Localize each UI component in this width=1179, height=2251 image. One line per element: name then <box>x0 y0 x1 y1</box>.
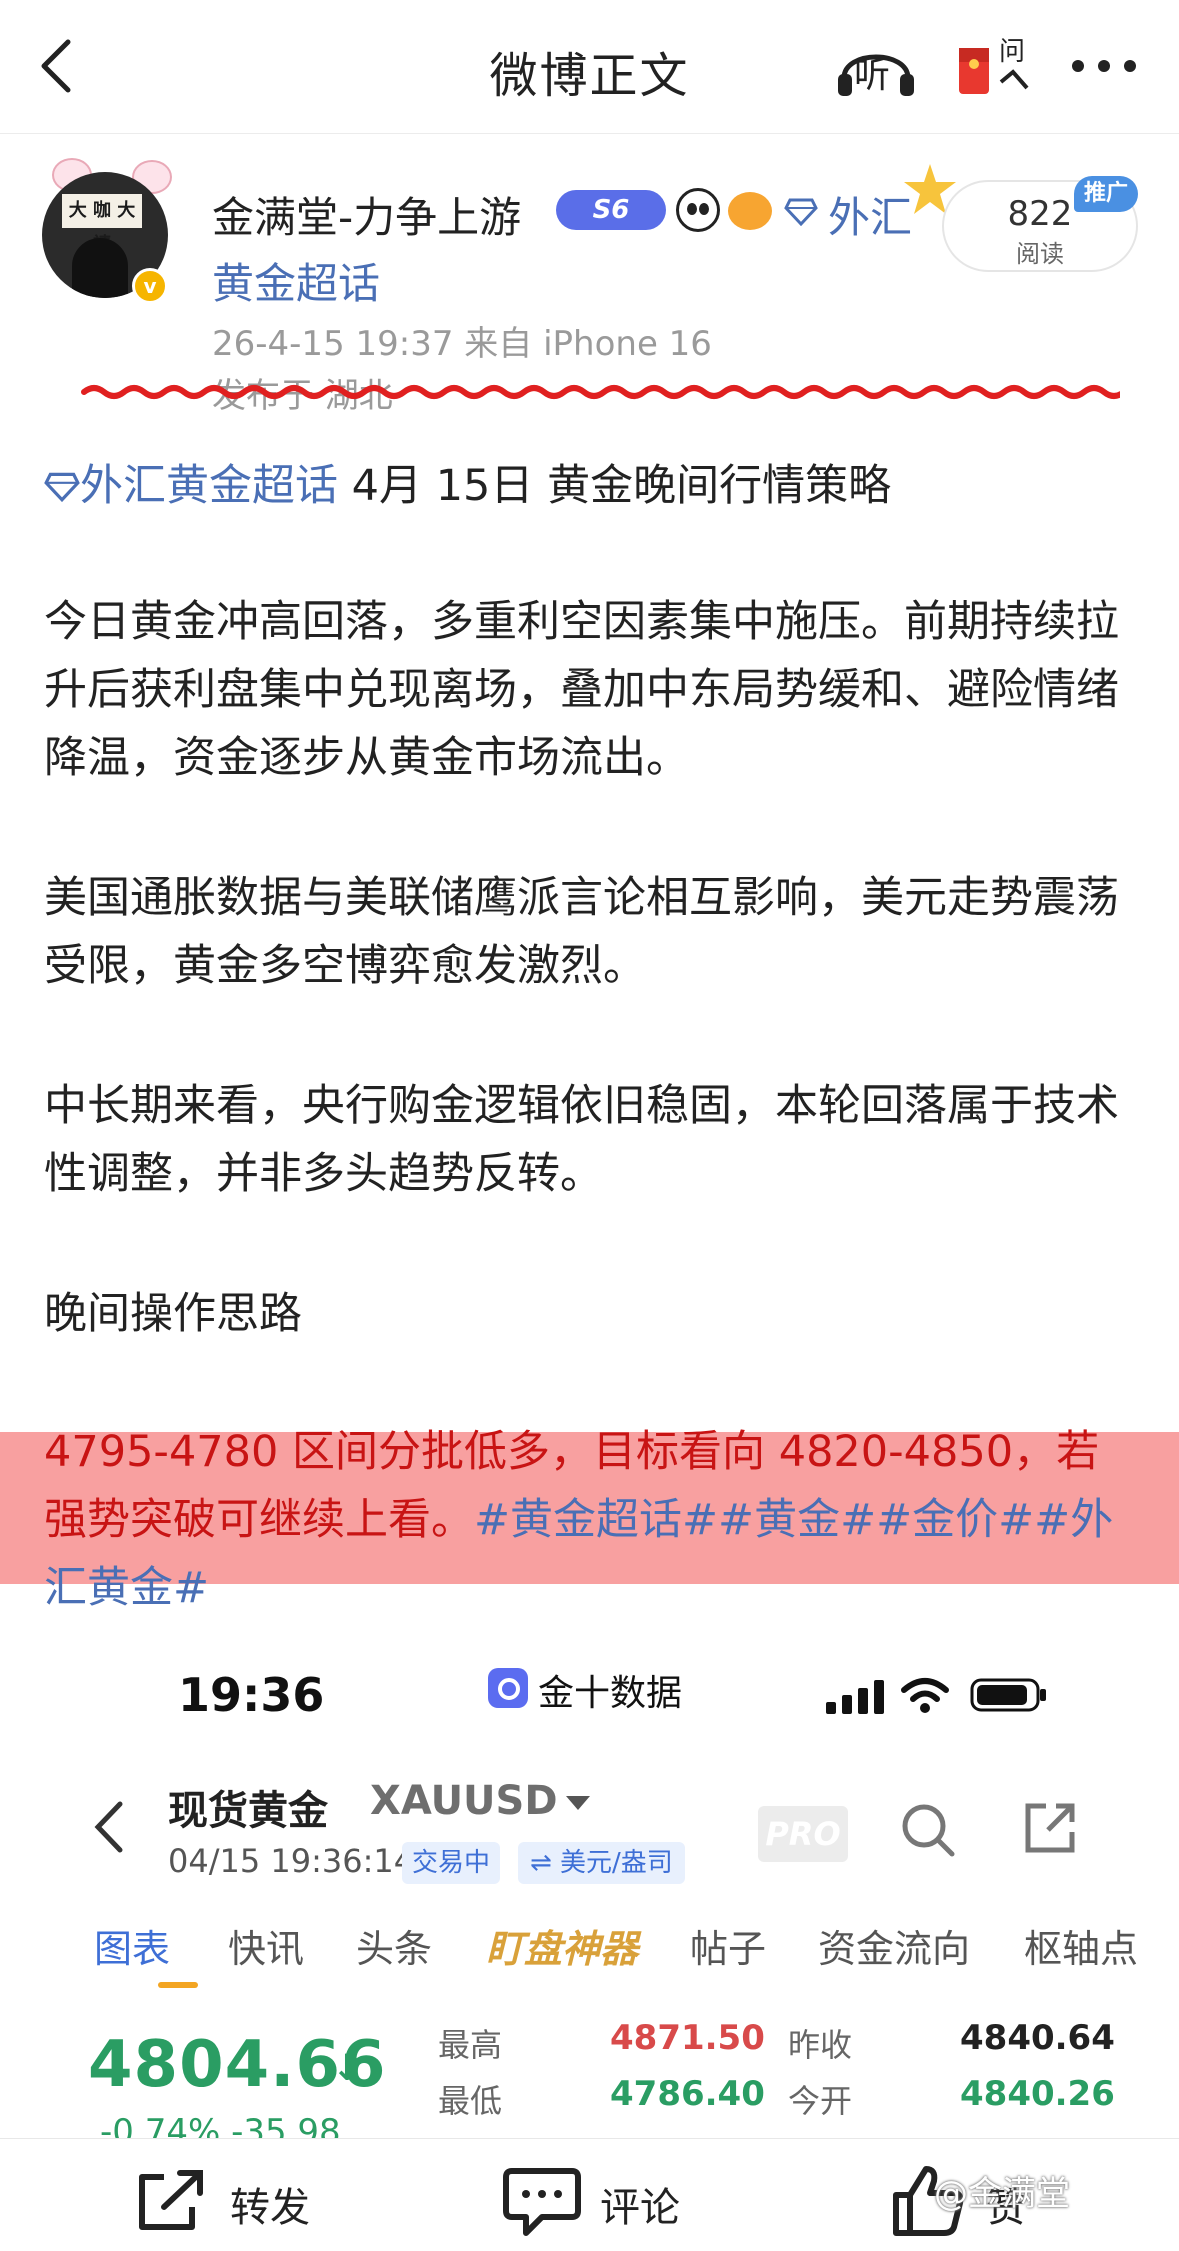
paragraph-1: 今日黄金冲高回落，多重利空因素集中施压。前期持续拉升后获利盘集中兑现离场，叠加中… <box>44 597 1119 783</box>
post-headline: 外汇黄金超话 4月 15日 黄金晚间行情策略 <box>44 452 1134 520</box>
embed-tab-watch-tool: 盯盘神器 <box>486 1927 639 1971</box>
trading-status-tag: 交易中 <box>402 1842 501 1884</box>
prev-close-label: 昨收 <box>788 2026 853 2064</box>
repost-label: 转发 <box>230 2185 310 2231</box>
paragraph-2: 美国通胀数据与美联储鹰派言论相互影响，美元走势震荡受限，黄金多空博弈愈发激烈。 <box>44 873 1119 991</box>
app-name: 金十数据 <box>538 1673 683 1714</box>
high-label: 最高 <box>438 2026 503 2064</box>
embed-tab-headlines: 头条 <box>356 1927 433 1971</box>
share-out-icon <box>1025 1803 1075 1853</box>
phone-status-time: 19:36 <box>178 1668 325 1722</box>
embed-tab-posts: 帖子 <box>690 1927 767 1971</box>
post-meta: 26-4-15 19:37 来自 iPhone 16 <box>212 324 712 364</box>
dropdown-caret-icon <box>566 1796 590 1810</box>
price-change: -0.74% -35.98 <box>100 2112 341 2138</box>
paragraph-4: 晚间操作思路 <box>44 1289 302 1339</box>
repost-button[interactable]: 转发 <box>134 2165 354 2235</box>
embedded-quote-screenshot[interactable]: 19:36 金十数据 现货黄金 XAUUSD 04/15 19:36:14 交易… <box>0 1628 1179 2138</box>
active-tab-indicator <box>158 1982 198 1988</box>
more-dots-icon[interactable] <box>1070 56 1138 76</box>
panda-badge-icon <box>676 188 720 232</box>
author-name[interactable]: 金满堂-力争上游 <box>212 184 521 245</box>
strategy-paragraph: 4795-4780 区间分批低多，目标看向 4820-4850，若强势突破可继续… <box>44 1418 1134 1622</box>
down-arrow-icon: ↓ <box>332 2048 363 2089</box>
repost-icon <box>139 2170 203 2230</box>
unit-tag: ⇌ 美元/盎司 <box>518 1842 685 1884</box>
diamond-supertopic-icon <box>784 198 818 226</box>
instrument-symbol: XAUUSD <box>370 1778 558 1824</box>
listen-button[interactable]: 听 <box>834 30 918 102</box>
top-nav-bar: 微博正文 听 问 <box>0 0 1179 134</box>
promote-tag[interactable]: 推广 <box>1074 176 1138 212</box>
listen-label: 听 <box>854 55 891 96</box>
comment-label: 评论 <box>600 2185 680 2231</box>
paragraph-3: 中长期来看，央行购金逻辑依旧稳固，本轮回落属于技术性调整，并非多头趋势反转。 <box>44 1081 1119 1199</box>
red-underline-annotation <box>81 385 1120 399</box>
pro-badge: PRO <box>758 1806 848 1862</box>
supertopic-link[interactable]: 外汇黄金超话 <box>80 461 338 511</box>
fish-badge-icon <box>728 192 772 230</box>
search-icon <box>902 1804 955 1857</box>
embed-tab-row: 图表 快讯 头条 盯盘神器 帖子 资金流向 枢轴点 <box>0 1918 1179 1988</box>
low-label: 最低 <box>438 2082 503 2120</box>
cell-signal-icon <box>826 1680 884 1714</box>
quote-timestamp: 04/15 19:36:14 <box>168 1842 415 1880</box>
high-value: 4871.50 <box>610 2018 765 2058</box>
headline-text: 4月 15日 黄金晚间行情策略 <box>338 461 892 511</box>
weibo-watermark: @金满堂 <box>934 2174 1070 2214</box>
low-value: 4786.40 <box>610 2074 765 2114</box>
diamond-supertopic-icon <box>44 472 80 503</box>
wifi-icon <box>901 1678 949 1713</box>
open-value: 4840.26 <box>960 2074 1115 2114</box>
embed-tab-chart: 图表 <box>94 1927 171 1971</box>
avatar-person-silhouette <box>72 238 128 298</box>
ask-red-packet-icon[interactable]: 问 <box>955 30 1033 102</box>
read-label: 阅读 <box>1016 240 1064 268</box>
verified-badge-icon: v <box>132 268 168 304</box>
battery-icon <box>970 1678 1046 1712</box>
avatar-sign-graphic: 大 咖 大 禧 <box>62 194 142 255</box>
embed-tab-fund-flow: 资金流向 <box>818 1927 971 1971</box>
embed-tab-news: 快讯 <box>228 1927 305 1971</box>
level-badge: S6 <box>556 190 666 230</box>
svg-text:问: 问 <box>999 37 1025 67</box>
embed-tab-pivot: 枢轴点 <box>1024 1927 1139 1971</box>
embed-back-chevron-icon <box>94 1801 123 1853</box>
prev-close-value: 4840.64 <box>960 2018 1115 2058</box>
comment-icon <box>503 2168 581 2236</box>
open-label: 今开 <box>788 2082 853 2120</box>
instrument-name: 现货黄金 <box>168 1788 328 1834</box>
author-topic-link-continued[interactable]: 黄金超话 <box>212 250 380 311</box>
app-logo-icon <box>488 1668 528 1708</box>
comment-button[interactable]: 评论 <box>502 2165 722 2236</box>
